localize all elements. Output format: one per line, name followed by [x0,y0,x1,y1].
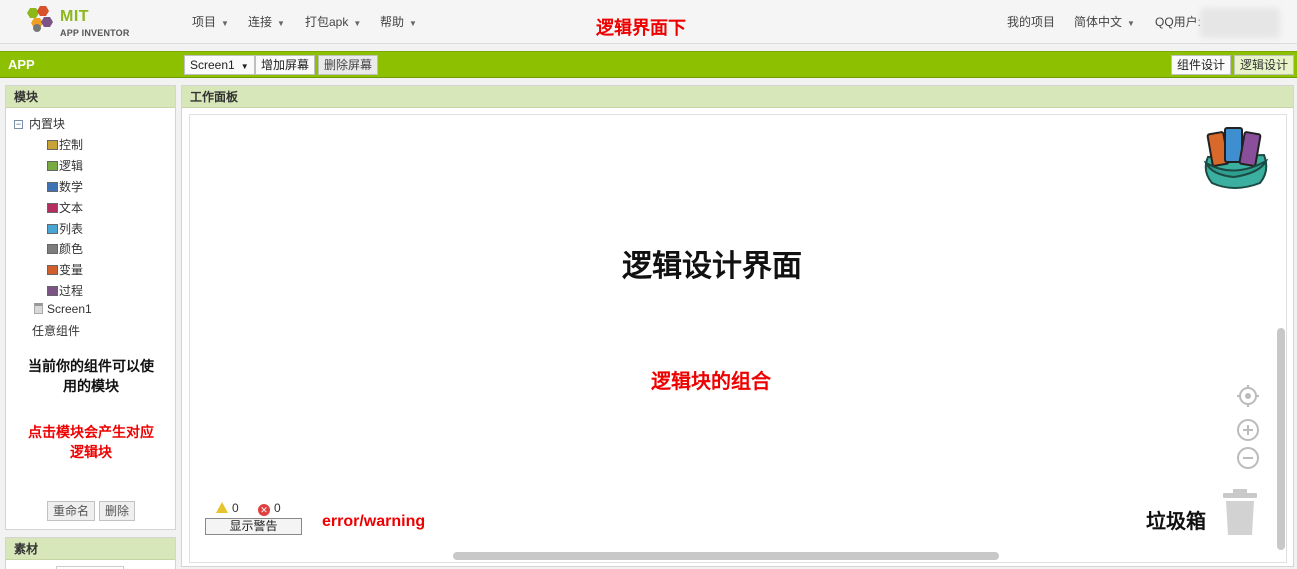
blocks-panel: 模块 − 内置块 控制 逻辑 数学 文本 列表 颜色 变量 过程 Screen1 … [5,85,176,530]
block-category-control[interactable]: 控制 [47,136,83,153]
tree-builtin-label: 内置块 [29,117,66,131]
caret-down-icon: ▼ [240,62,249,71]
annotation-top: 逻辑界面下 [596,18,686,38]
block-category-label: 列表 [59,222,84,236]
zoom-in-icon[interactable] [1236,418,1260,442]
warning-counter: 0 [216,501,239,515]
error-count: 0 [274,501,281,515]
math-color-icon [47,182,58,192]
collapse-icon[interactable]: − [14,120,23,129]
block-category-label: 变量 [59,263,84,277]
block-category-colors[interactable]: 颜色 [47,240,83,257]
menu-project-label: 项目 [192,15,217,29]
menu-build[interactable]: 打包apk ▼ [305,13,361,30]
block-category-label: 逻辑 [59,159,84,173]
control-color-icon [47,140,58,150]
annotation-click-blocks: 点击模块会产生对应逻辑块 [28,424,154,460]
menu-help[interactable]: 帮助 ▼ [380,13,417,30]
my-projects-link[interactable]: 我的项目 [1007,13,1055,30]
blocks-workspace[interactable]: 逻辑设计界面 逻辑块的组合 垃圾箱 0 ✕ 0 显示警告 error/warni… [189,114,1287,563]
caret-down-icon: ▼ [409,19,417,28]
block-category-lists[interactable]: 列表 [47,220,83,237]
trash-icon[interactable] [1223,489,1257,537]
menu-connect-label: 连接 [248,15,273,29]
lists-color-icon [47,224,58,234]
caret-down-icon: ▼ [1127,19,1135,28]
vertical-scrollbar[interactable] [1277,328,1285,550]
project-toolbar: APP Screen1 ▼ 增加屏幕 删除屏幕 组件设计 逻辑设计 [0,51,1297,78]
block-category-label: 数学 [59,180,84,194]
block-category-label: 控制 [59,138,84,152]
zoom-out-icon[interactable] [1236,446,1260,470]
logo-mit-text: MIT [60,8,90,25]
remove-screen-button[interactable]: 删除屏幕 [318,55,379,75]
language-label: 简体中文 [1074,15,1123,29]
logo-icon [27,6,53,32]
screen-selector[interactable]: Screen1 ▼ [184,55,255,75]
warning-icon [216,502,228,513]
block-category-variables[interactable]: 变量 [47,261,83,278]
tree-builtin[interactable]: − 内置块 [14,115,65,132]
designer-button[interactable]: 组件设计 [1171,55,1232,75]
warning-counters: 0 ✕ 0 [216,501,297,516]
blocks-panel-title: 模块 [6,86,175,108]
logic-color-icon [47,161,58,171]
text-color-icon [47,203,58,213]
logo-app-inventor-text: APP INVENTOR [60,28,130,38]
block-category-text[interactable]: 文本 [47,199,83,216]
annotation-trash: 垃圾箱 [1146,511,1206,533]
workspace-panel: 工作面板 逻辑设计界面 逻辑块的组合 垃圾箱 0 ✕ 0 显示警告 error/… [181,85,1294,567]
annotation-error-warning: error/warning [322,513,426,530]
blocks-button[interactable]: 逻辑设计 [1234,55,1295,75]
error-counter: ✕ 0 [258,501,281,516]
tree-any-component[interactable]: 任意组件 [32,322,80,339]
block-category-procedures[interactable]: 过程 [47,282,83,299]
project-name: APP [8,57,35,72]
variables-color-icon [47,265,58,275]
media-panel-title: 素材 [6,538,175,560]
caret-down-icon: ▼ [221,19,229,28]
block-category-label: 过程 [59,284,84,298]
colors-color-icon [47,244,58,254]
screen-icon [34,303,43,314]
caret-down-icon: ▼ [277,19,285,28]
workspace-title: 工作面板 [182,86,1293,108]
annotation-available-blocks: 当前你的组件可以使用的模块 [28,358,154,394]
media-panel: 素材 [5,537,176,569]
menu-project[interactable]: 项目 ▼ [192,13,229,30]
app-inventor-logo[interactable]: MIT APP INVENTOR [22,4,132,40]
user-name-redacted [1200,8,1280,38]
horizontal-scrollbar[interactable] [453,552,999,560]
recenter-icon[interactable] [1236,384,1260,408]
tree-screen1[interactable]: Screen1 [34,302,92,316]
backpack-icon[interactable] [1198,123,1274,193]
block-category-math[interactable]: 数学 [47,178,83,195]
add-screen-button[interactable]: 增加屏幕 [255,55,316,75]
menu-build-label: 打包apk [305,15,349,29]
language-menu[interactable]: 简体中文 ▼ [1074,13,1135,30]
top-navbar: MIT APP INVENTOR 项目 ▼ 连接 ▼ 打包apk ▼ 帮助 ▼ 逻辑界面… [0,0,1297,44]
rename-button[interactable]: 重命名 [47,501,96,521]
screen-selector-label: Screen1 [190,58,235,72]
annotation-workspace-title: 逻辑设计界面 [622,250,802,283]
block-category-label: 颜色 [59,242,84,256]
block-category-label: 文本 [59,201,84,215]
show-warnings-button[interactable]: 显示警告 [205,518,302,535]
caret-down-icon: ▼ [353,19,362,28]
tree-screen1-label: Screen1 [47,302,92,316]
procedures-color-icon [47,286,58,296]
warning-count: 0 [232,501,239,515]
menu-help-label: 帮助 [380,15,405,29]
menu-connect[interactable]: 连接 ▼ [248,13,285,30]
block-category-logic[interactable]: 逻辑 [47,157,83,174]
user-menu[interactable]: QQ用户: [1155,13,1201,30]
delete-button[interactable]: 删除 [99,501,136,521]
error-icon: ✕ [258,504,271,516]
annotation-workspace-sub: 逻辑块的组合 [651,371,771,393]
